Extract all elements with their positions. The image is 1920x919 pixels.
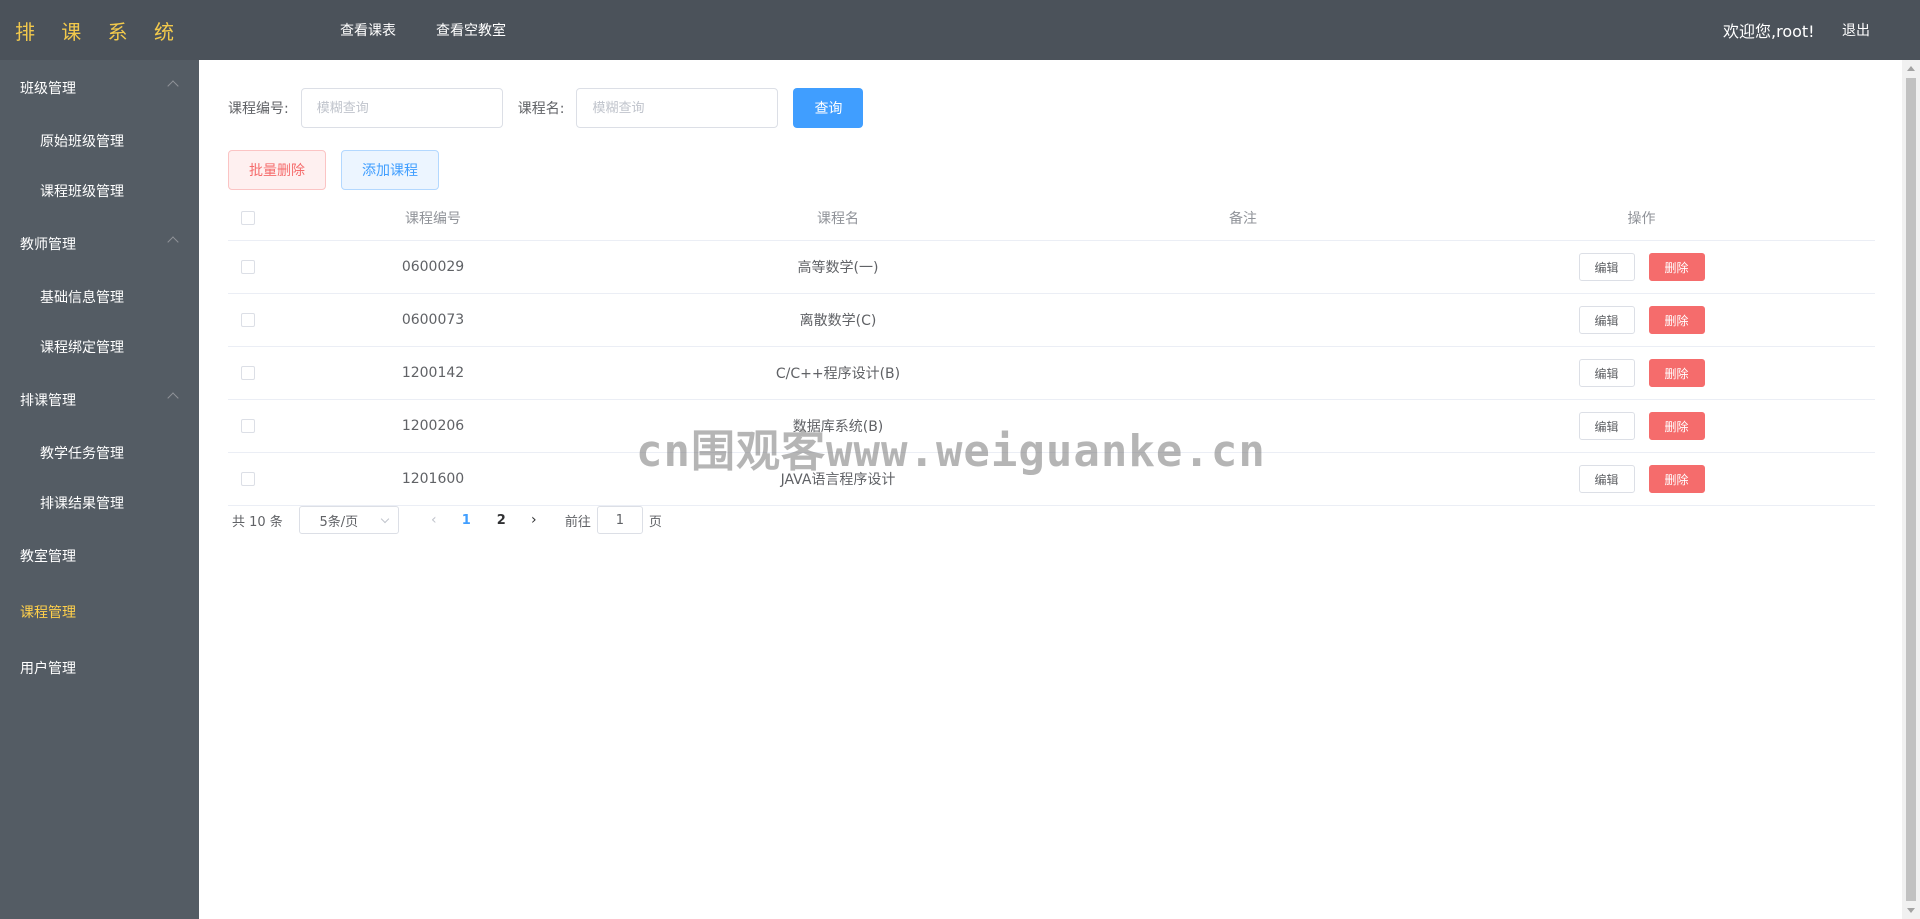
column-header-actions: 操作 <box>1627 211 1656 227</box>
course-name-label: 课程名: <box>517 101 565 117</box>
add-course-button[interactable]: 添加课程 <box>341 150 439 190</box>
query-button[interactable]: 查询 <box>793 88 864 128</box>
table-row: 0600073 离散数学(C) 编辑 删除 <box>228 294 1875 347</box>
column-header-name: 课程名 <box>817 211 859 227</box>
goto-prefix: 前往 <box>564 514 591 530</box>
row-checkbox[interactable] <box>241 366 255 380</box>
action-bar: 批量删除 添加课程 <box>228 150 439 190</box>
sidebar-item-classroom-management[interactable]: 教室管理 <box>0 528 199 584</box>
cell-course-code: 0600029 <box>401 259 465 275</box>
select-all-checkbox[interactable] <box>241 211 255 225</box>
sidebar-item-schedule-result[interactable]: 排课结果管理 <box>0 478 199 528</box>
app-logo: 排 课 系 统 <box>14 19 185 44</box>
sidebar-submenu: 原始班级管理 课程班级管理 <box>0 116 199 216</box>
cell-course-name: 高等数学(一) <box>797 260 879 276</box>
column-header-note: 备注 <box>1229 211 1257 227</box>
pagination-total: 共 10 条 <box>232 514 283 530</box>
pagination: 共 10 条 5条/页 ‹ 1 2 › 前往 页 <box>232 506 662 534</box>
chevron-up-icon <box>167 80 179 92</box>
sidebar: 班级管理 原始班级管理 课程班级管理 教师管理 基础信息管理 课程绑定管理 排课… <box>0 60 199 919</box>
goto-page: 前往 页 <box>565 506 662 534</box>
cell-course-code: 1200142 <box>401 365 465 381</box>
row-checkbox[interactable] <box>241 472 255 486</box>
scroll-down-arrow-icon[interactable] <box>1907 908 1915 913</box>
sidebar-submenu: 基础信息管理 课程绑定管理 <box>0 272 199 372</box>
edit-button[interactable]: 编辑 <box>1578 412 1635 440</box>
watermark: cn围观客www.weiguanke.cn <box>636 426 1266 477</box>
sidebar-group-label: 班级管理 <box>20 81 76 97</box>
vertical-scrollbar[interactable] <box>1902 60 1920 919</box>
sidebar-item-label: 用户管理 <box>20 661 76 677</box>
cell-actions: 编辑 删除 <box>1408 465 1875 493</box>
sidebar-item-basic-info[interactable]: 基础信息管理 <box>0 272 199 322</box>
chevron-up-icon <box>167 236 179 248</box>
sidebar-item-label: 课程管理 <box>20 605 76 621</box>
delete-button[interactable]: 删除 <box>1648 253 1705 281</box>
top-header: 排 课 系 统 查看课表 查看空教室 欢迎您,root! 退出 <box>0 0 1920 60</box>
page-number[interactable]: 2 <box>484 506 519 534</box>
course-code-label: 课程编号: <box>228 101 289 117</box>
top-nav: 查看课表 查看空教室 <box>340 0 546 60</box>
edit-button[interactable]: 编辑 <box>1578 359 1635 387</box>
sidebar-item-course-class[interactable]: 课程班级管理 <box>0 166 199 216</box>
edit-button[interactable]: 编辑 <box>1578 253 1635 281</box>
sidebar-group-class-management[interactable]: 班级管理 <box>0 60 199 116</box>
chevron-down-icon <box>380 514 390 524</box>
row-checkbox[interactable] <box>241 419 255 433</box>
nav-view-empty-classroom[interactable]: 查看空教室 <box>436 20 506 40</box>
sidebar-item-teaching-task[interactable]: 教学任务管理 <box>0 428 199 478</box>
goto-suffix: 页 <box>648 514 662 530</box>
cell-actions: 编辑 删除 <box>1408 253 1875 281</box>
sidebar-group-scheduling-management[interactable]: 排课管理 <box>0 372 199 428</box>
sidebar-group-label: 排课管理 <box>20 393 76 409</box>
course-name-input[interactable] <box>576 88 779 128</box>
row-checkbox[interactable] <box>241 313 255 327</box>
delete-button[interactable]: 删除 <box>1648 465 1705 493</box>
edit-button[interactable]: 编辑 <box>1578 306 1635 334</box>
batch-delete-button[interactable]: 批量删除 <box>228 150 326 190</box>
delete-button[interactable]: 删除 <box>1648 306 1705 334</box>
scroll-up-arrow-icon[interactable] <box>1907 66 1915 71</box>
sidebar-group-teacher-management[interactable]: 教师管理 <box>0 216 199 272</box>
column-header-code: 课程编号 <box>405 211 461 227</box>
scroll-thumb[interactable] <box>1906 78 1916 901</box>
main-content: 课程编号: 课程名: 查询 批量删除 添加课程 课程编号 课程名 备注 操作 0… <box>199 60 1902 919</box>
page-number[interactable]: 1 <box>449 506 484 534</box>
cell-actions: 编辑 删除 <box>1408 359 1875 387</box>
chevron-up-icon <box>167 392 179 404</box>
nav-view-schedule[interactable]: 查看课表 <box>340 20 396 40</box>
sidebar-item-user-management[interactable]: 用户管理 <box>0 640 199 696</box>
logout-link[interactable]: 退出 <box>1842 0 1870 60</box>
sidebar-item-course-management[interactable]: 课程管理 <box>0 584 199 640</box>
table-row: 1200142 C/C++程序设计(B) 编辑 删除 <box>228 347 1875 400</box>
cell-course-code: 1201600 <box>401 471 465 487</box>
search-bar: 课程编号: 课程名: 查询 <box>228 88 864 128</box>
row-checkbox[interactable] <box>241 260 255 274</box>
delete-button[interactable]: 删除 <box>1648 412 1705 440</box>
next-page-button[interactable]: › <box>519 506 549 534</box>
edit-button[interactable]: 编辑 <box>1578 465 1635 493</box>
sidebar-group-label: 教师管理 <box>20 237 76 253</box>
welcome-text: 欢迎您,root! <box>1723 22 1815 41</box>
page-size-value: 5条/页 <box>319 514 359 530</box>
delete-button[interactable]: 删除 <box>1648 359 1705 387</box>
page-size-select[interactable]: 5条/页 <box>298 506 399 534</box>
goto-page-input[interactable] <box>596 506 643 534</box>
cell-course-name: 离散数学(C) <box>799 313 877 329</box>
cell-actions: 编辑 删除 <box>1408 412 1875 440</box>
prev-page-button[interactable]: ‹ <box>419 506 449 534</box>
cell-course-name: C/C++程序设计(B) <box>775 366 901 382</box>
cell-course-code: 1200206 <box>401 418 465 434</box>
sidebar-item-original-class[interactable]: 原始班级管理 <box>0 116 199 166</box>
table-header: 课程编号 课程名 备注 操作 <box>228 196 1875 241</box>
course-code-input[interactable] <box>300 88 503 128</box>
sidebar-submenu: 教学任务管理 排课结果管理 <box>0 428 199 528</box>
sidebar-item-label: 教室管理 <box>20 549 76 565</box>
table-row: 0600029 高等数学(一) 编辑 删除 <box>228 241 1875 294</box>
sidebar-item-course-binding[interactable]: 课程绑定管理 <box>0 322 199 372</box>
cell-course-code: 0600073 <box>401 312 465 328</box>
cell-actions: 编辑 删除 <box>1408 306 1875 334</box>
